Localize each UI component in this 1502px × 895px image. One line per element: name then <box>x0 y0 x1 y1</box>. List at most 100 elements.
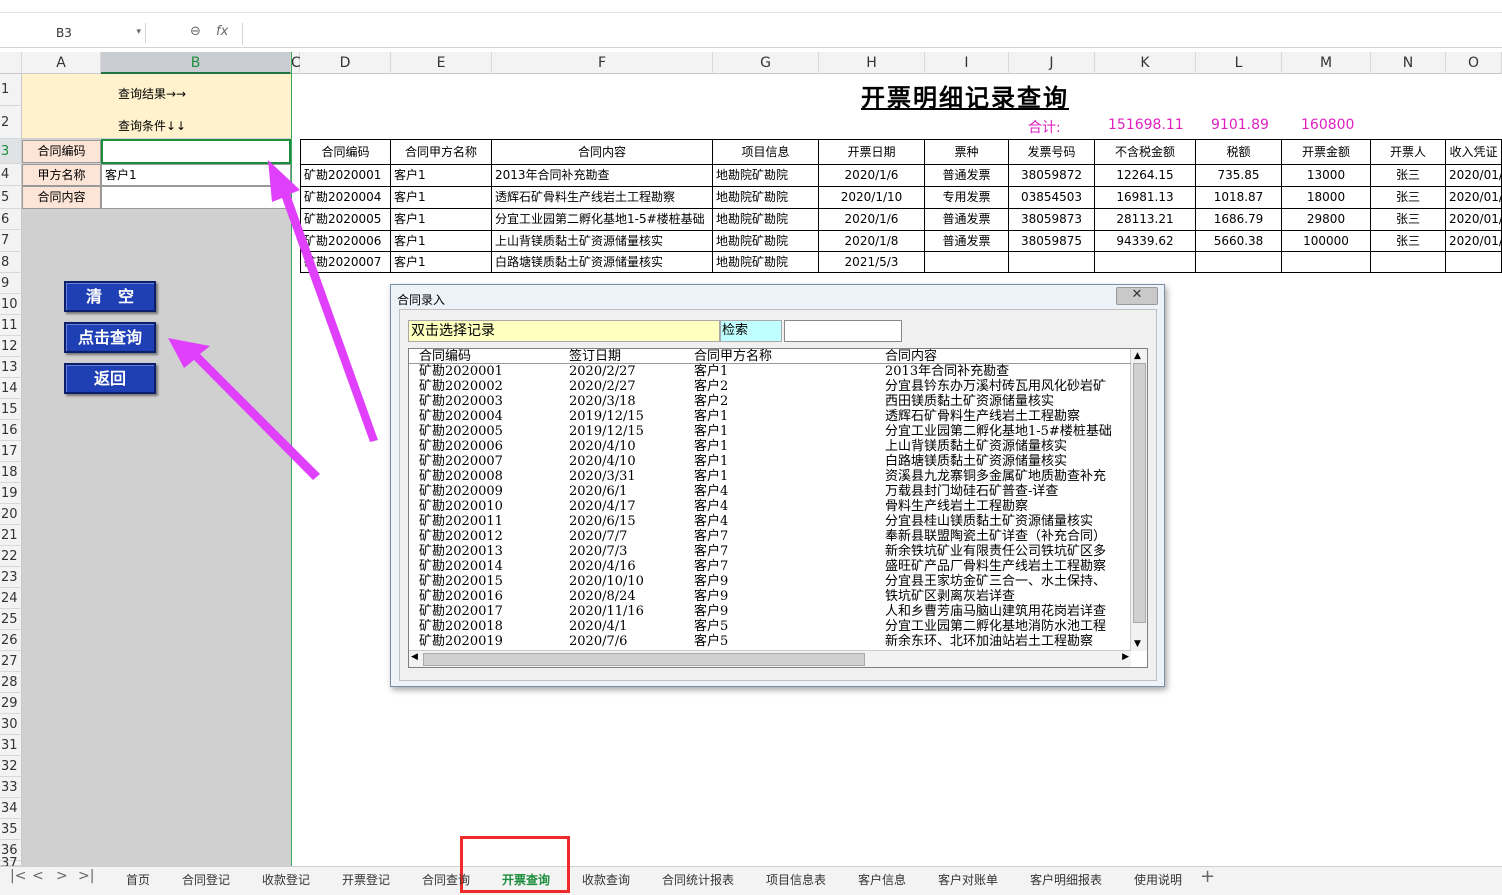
list-cell: 矿勘2020004 <box>419 409 503 424</box>
list-cell: 矿勘2020008 <box>419 469 503 484</box>
list-cell: 2019/12/15 <box>569 409 644 424</box>
list-cell: 客户9 <box>694 589 729 604</box>
list-item[interactable]: 矿勘2020002 2020/2/27 客户2 分宜县钤东办万溪村砖瓦用风化砂岩矿 <box>409 379 1131 394</box>
list-cell: 2020/7/6 <box>569 634 628 649</box>
list-cell: 矿勘2020015 <box>419 574 503 589</box>
list-cell: 2019/12/15 <box>569 424 644 439</box>
first-sheet-icon[interactable]: |< <box>10 868 26 884</box>
list-cell: 矿勘2020017 <box>419 604 503 619</box>
list-item[interactable]: 矿勘2020018 2020/4/1 客户5 分宜工业园第二孵化基地消防水池工程 <box>409 619 1131 634</box>
scroll-right-icon[interactable]: ▶ <box>1122 652 1129 662</box>
list-cell: 矿勘2020009 <box>419 484 503 499</box>
list-cell: 矿勘2020006 <box>419 439 503 454</box>
sheet-tab[interactable]: 客户明细报表 <box>1030 871 1102 888</box>
prev-sheet-icon[interactable]: < <box>32 868 44 884</box>
sheet-tab[interactable]: 开票登记 <box>342 871 390 888</box>
list-item[interactable]: 矿勘2020004 2019/12/15 客户1 透辉石矿骨料生产线岩土工程勘察 <box>409 409 1131 424</box>
list-cell: 客户4 <box>694 484 729 499</box>
contract-list[interactable]: ▲ ▼ ◀ ▶ 合同编码 签订日期 合同甲方名称 合同内容 矿勘2020001 2020/… <box>408 348 1148 668</box>
sheet-tab[interactable]: 合同登记 <box>182 871 230 888</box>
list-cell: 骨料生产线岩土工程勘察 <box>885 499 1029 514</box>
list-item[interactable]: 矿勘2020013 2020/7/3 客户7 新余铁坑矿业有限责任公司铁坑矿区多 <box>409 544 1131 559</box>
list-cell: 新余铁坑矿业有限责任公司铁坑矿区多 <box>885 544 1107 559</box>
sheet-tab[interactable]: 使用说明 <box>1134 871 1182 888</box>
list-item[interactable]: 矿勘2020017 2020/11/16 客户9 人和乡曹芳庙马脑山建筑用花岗岩详查 <box>409 604 1131 619</box>
list-cell: 2020/10/10 <box>569 574 644 589</box>
list-item[interactable]: 矿勘2020015 2020/10/10 客户9 分宜县王家坊金矿三合一、水土保持、 <box>409 574 1131 589</box>
list-cell: 客户7 <box>694 544 729 559</box>
list-item[interactable]: 矿勘2020016 2020/8/24 客户9 铁坑矿区剥离灰岩详查 <box>409 589 1131 604</box>
list-item[interactable]: 矿勘2020005 2019/12/15 客户1 分宜工业园第二孵化基地1-5#楼桩基… <box>409 424 1131 439</box>
list-cell: 人和乡曹芳庙马脑山建筑用花岗岩详查 <box>885 604 1107 619</box>
sheet-tab[interactable]: 收款查询 <box>582 871 630 888</box>
list-cell: 矿勘2020010 <box>419 499 503 514</box>
list-cell: 签订日期 <box>569 349 622 364</box>
list-header-row[interactable]: 合同编码 签订日期 合同甲方名称 合同内容 <box>409 349 1131 364</box>
dialog-title: 合同录入 <box>397 293 446 307</box>
list-item[interactable]: 矿勘2020001 2020/2/27 客户1 2013年合同补充勘查 <box>409 364 1131 379</box>
list-cell: 2020/4/1 <box>569 619 628 634</box>
list-item[interactable]: 矿勘2020012 2020/7/7 客户7 奉新县联盟陶瓷土矿详查（补充合同） <box>409 529 1131 544</box>
sheet-tab[interactable]: 合同统计报表 <box>662 871 734 888</box>
sheet-tab[interactable]: 客户对账单 <box>938 871 998 888</box>
list-cell: 客户1 <box>694 469 729 484</box>
scroll-down-icon[interactable]: ▼ <box>1134 639 1141 649</box>
sheet-tab[interactable]: 首页 <box>126 871 150 888</box>
list-item[interactable]: 矿勘2020003 2020/3/18 客户2 西田镁质黏土矿资源储量核实 <box>409 394 1131 409</box>
add-sheet-icon[interactable]: + <box>1200 866 1215 887</box>
list-cell: 2020/2/27 <box>569 379 636 394</box>
list-cell: 2020/3/31 <box>569 469 636 484</box>
scroll-left-icon[interactable]: ◀ <box>411 652 418 662</box>
last-sheet-icon[interactable]: >| <box>78 868 94 884</box>
list-cell: 分宜工业园第二孵化基地消防水池工程 <box>885 619 1107 634</box>
list-cell: 矿勘2020018 <box>419 619 503 634</box>
contract-entry-dialog: 合同录入 ✕ 双击选择记录 检索 ▲ ▼ ◀ ▶ 合同编码 签订日期 合同甲方名称合… <box>390 284 1165 687</box>
list-cell: 2013年合同补充勘查 <box>885 364 1010 379</box>
sheet-tab[interactable]: 客户信息 <box>858 871 906 888</box>
list-cell: 2020/11/16 <box>569 604 644 619</box>
next-sheet-icon[interactable]: > <box>56 868 68 884</box>
search-label: 检索 <box>720 320 782 342</box>
hscroll-thumb[interactable] <box>423 653 865 666</box>
list-cell: 2020/4/17 <box>569 499 636 514</box>
list-item[interactable]: 矿勘2020008 2020/3/31 客户1 资溪县九龙寨铜多金属矿地质勘查补充 <box>409 469 1131 484</box>
list-item[interactable]: 矿勘2020006 2020/4/10 客户1 上山背镁质黏土矿资源储量核实 <box>409 439 1131 454</box>
list-cell: 2020/4/16 <box>569 559 636 574</box>
horizontal-scrollbar[interactable]: ◀ ▶ <box>409 650 1131 667</box>
scroll-up-icon[interactable]: ▲ <box>1134 351 1141 361</box>
list-item[interactable]: 矿勘2020014 2020/4/16 客户7 盛旺矿产品厂骨料生产线岩土工程勘察 <box>409 559 1131 574</box>
list-item[interactable]: 矿勘2020011 2020/6/15 客户4 分宜县桂山镁质黏土矿资源储量核实 <box>409 514 1131 529</box>
list-item[interactable]: 矿勘2020009 2020/6/1 客户4 万载县封门坳硅石矿普查-详查 <box>409 484 1131 499</box>
sheet-tab[interactable]: 项目信息表 <box>766 871 826 888</box>
list-cell: 矿勘2020012 <box>419 529 503 544</box>
list-item[interactable]: 矿勘2020019 2020/7/6 客户5 新余东环、北环加油站岩土工程勘察 <box>409 634 1131 649</box>
sheet-tab[interactable]: 开票查询 <box>502 871 550 888</box>
list-cell: 万载县封门坳硅石矿普查-详查 <box>885 484 1059 499</box>
list-cell: 客户4 <box>694 514 729 529</box>
list-cell: 分宜工业园第二孵化基地1-5#楼桩基础 <box>885 424 1112 439</box>
list-item[interactable]: 矿勘2020007 2020/4/10 客户1 白路塘镁质黏土矿资源储量核实 <box>409 454 1131 469</box>
list-cell: 2020/4/10 <box>569 439 636 454</box>
close-icon[interactable]: ✕ <box>1116 287 1158 305</box>
dialog-body: 双击选择记录 检索 ▲ ▼ ◀ ▶ 合同编码 签订日期 合同甲方名称 合同内容 矿勘20… <box>399 309 1157 681</box>
list-item[interactable]: 矿勘2020010 2020/4/17 客户4 骨料生产线岩土工程勘察 <box>409 499 1131 514</box>
list-cell: 矿勘2020007 <box>419 454 503 469</box>
scroll-thumb[interactable] <box>1133 363 1146 623</box>
vertical-scrollbar[interactable]: ▲ ▼ <box>1130 349 1147 651</box>
list-cell: 矿勘2020003 <box>419 394 503 409</box>
list-cell: 合同内容 <box>885 349 938 364</box>
list-cell: 上山背镁质黏土矿资源储量核实 <box>885 439 1068 454</box>
search-input[interactable] <box>784 320 902 342</box>
list-cell: 白路塘镁质黏土矿资源储量核实 <box>885 454 1068 469</box>
list-cell: 2020/7/3 <box>569 544 628 559</box>
list-cell: 客户1 <box>694 424 729 439</box>
list-cell: 客户1 <box>694 409 729 424</box>
list-cell: 合同编码 <box>419 349 472 364</box>
list-cell: 矿勘2020002 <box>419 379 503 394</box>
sheet-tab[interactable]: 合同查询 <box>422 871 470 888</box>
list-cell: 资溪县九龙寨铜多金属矿地质勘查补充 <box>885 469 1107 484</box>
list-cell: 分宜县王家坊金矿三合一、水土保持、 <box>885 574 1107 589</box>
list-cell: 2020/2/27 <box>569 364 636 379</box>
list-cell: 矿勘2020019 <box>419 634 503 649</box>
sheet-tab[interactable]: 收款登记 <box>262 871 310 888</box>
